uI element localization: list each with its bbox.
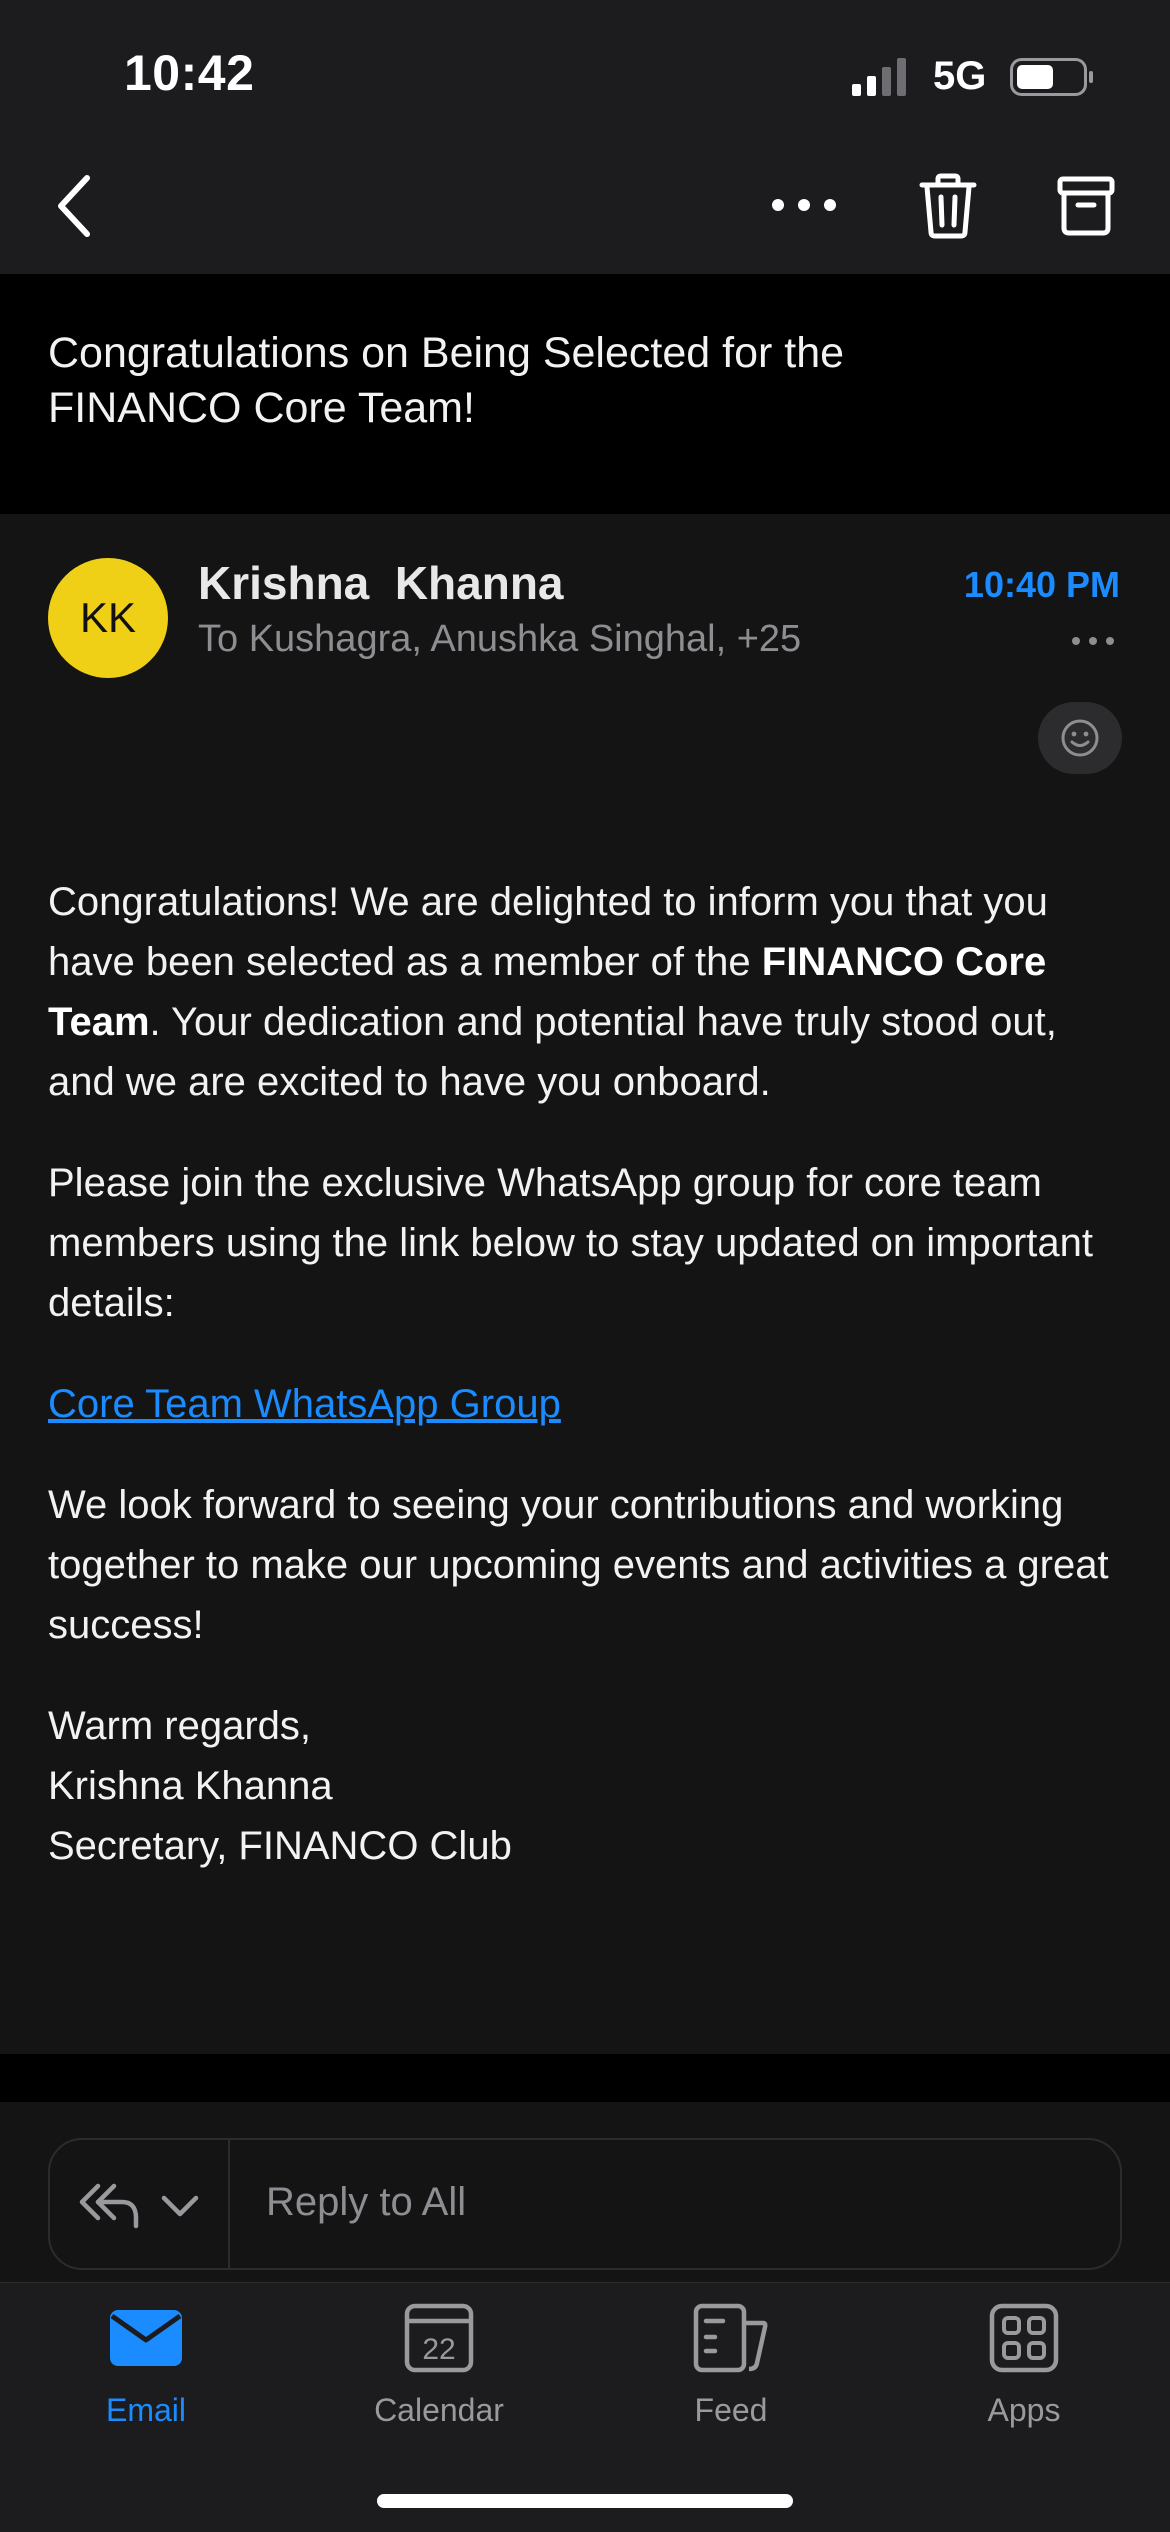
top-bar xyxy=(0,0,1170,274)
archive-icon xyxy=(1057,176,1115,236)
more-options-button[interactable] xyxy=(764,180,844,230)
feed-icon xyxy=(693,2303,768,2373)
reply-box[interactable] xyxy=(48,2138,1122,2270)
body-paragraph: Congratulations! We are delighted to inf… xyxy=(48,880,1057,1104)
recipients-line[interactable]: To Kushagra, Anushka Singhal, +25 xyxy=(198,618,801,661)
signoff: Warm regards, xyxy=(48,1704,312,1748)
tab-calendar[interactable]: 22 Calendar xyxy=(339,2298,539,2429)
status-time: 10:42 xyxy=(124,45,255,101)
tab-label: Calendar xyxy=(374,2392,504,2428)
chevron-left-icon xyxy=(58,175,90,237)
tab-feed[interactable]: Feed xyxy=(631,2298,831,2429)
body-paragraph: We look forward to seeing your contribut… xyxy=(48,1483,1109,1647)
message-time: 10:40 PM xyxy=(963,564,1120,605)
reply-all-icon[interactable] xyxy=(76,2176,142,2232)
tab-email[interactable]: Email xyxy=(46,2298,246,2429)
archive-button[interactable] xyxy=(1046,168,1126,244)
smiley-icon xyxy=(1061,719,1099,757)
svg-text:22: 22 xyxy=(422,2333,455,2366)
whatsapp-group-link[interactable]: Core Team WhatsApp Group xyxy=(48,1382,561,1426)
tab-label: Apps xyxy=(987,2392,1061,2428)
reaction-button[interactable] xyxy=(1038,702,1122,774)
mail-icon xyxy=(110,2310,182,2366)
calendar-icon: 22 xyxy=(404,2303,474,2373)
home-indicator[interactable] xyxy=(377,2494,793,2508)
cellular-signal-icon xyxy=(852,58,906,96)
message-more-icon[interactable] xyxy=(1068,626,1118,656)
network-type: 5G xyxy=(933,54,987,98)
message-body: Congratulations! We are delighted to inf… xyxy=(48,872,1128,1917)
avatar-initials: KK xyxy=(79,594,137,641)
reply-separator xyxy=(228,2140,230,2268)
trash-icon xyxy=(919,173,977,239)
ellipsis-icon xyxy=(772,199,836,211)
sender-avatar[interactable]: KK xyxy=(48,558,168,678)
signature: Warm regards, Krishna Khanna Secretary, … xyxy=(48,1696,1128,1876)
section-divider xyxy=(0,2054,1170,2102)
reply-input[interactable]: Reply to All xyxy=(266,2180,466,2225)
signature-title: Secretary, FINANCO Club xyxy=(48,1824,512,1868)
body-paragraph: Please join the exclusive WhatsApp group… xyxy=(48,1161,1094,1325)
email-subject: Congratulations on Being Selected for th… xyxy=(48,329,845,432)
apps-grid-icon xyxy=(989,2303,1059,2373)
delete-button[interactable] xyxy=(908,168,988,244)
tab-label: Email xyxy=(105,2392,186,2428)
tab-apps[interactable]: Apps xyxy=(924,2298,1124,2429)
sender-name[interactable]: Krishna Khanna xyxy=(198,556,564,610)
battery-icon xyxy=(1010,58,1093,96)
signature-name: Krishna Khanna xyxy=(48,1764,333,1808)
tab-label: Feed xyxy=(694,2392,768,2428)
back-button[interactable] xyxy=(40,170,110,242)
chevron-down-icon[interactable] xyxy=(158,2188,202,2224)
